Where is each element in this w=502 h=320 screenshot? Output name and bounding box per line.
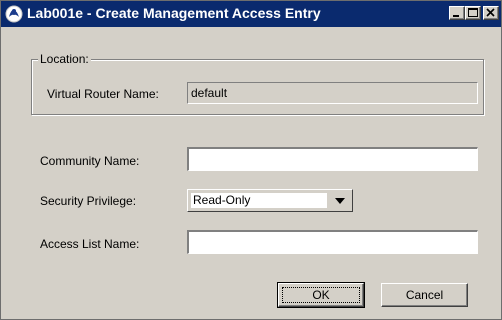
community-name-input[interactable] <box>187 147 478 171</box>
minimize-icon <box>453 15 459 17</box>
security-privilege-select[interactable]: Read-Only <box>187 189 353 212</box>
security-privilege-value: Read-Only <box>191 193 327 208</box>
location-group-label: Location: <box>38 52 91 66</box>
chevron-down-icon[interactable] <box>332 194 348 208</box>
community-name-label: Community Name: <box>40 154 140 168</box>
virtual-router-field: default <box>187 82 478 104</box>
virtual-router-label: Virtual Router Name: <box>47 87 159 101</box>
close-icon <box>486 8 495 17</box>
maximize-icon <box>468 8 478 17</box>
close-button[interactable] <box>483 6 499 20</box>
access-list-input[interactable] <box>187 230 478 254</box>
minimize-button[interactable] <box>449 6 465 20</box>
focus-rect <box>282 287 360 303</box>
app-globe-icon <box>5 5 23 23</box>
security-privilege-label: Security Privilege: <box>40 194 137 208</box>
maximize-button[interactable] <box>465 6 481 20</box>
cancel-button-label: Cancel <box>405 288 444 302</box>
window-title: Lab001e - Create Management Access Entry <box>27 5 321 21</box>
title-bar[interactable]: Lab001e - Create Management Access Entry <box>1 1 501 27</box>
cancel-button[interactable]: Cancel <box>381 283 468 307</box>
dialog-window: Lab001e - Create Management Access Entry… <box>0 0 502 320</box>
access-list-label: Access List Name: <box>40 237 140 251</box>
ok-button[interactable]: OK <box>277 282 365 308</box>
